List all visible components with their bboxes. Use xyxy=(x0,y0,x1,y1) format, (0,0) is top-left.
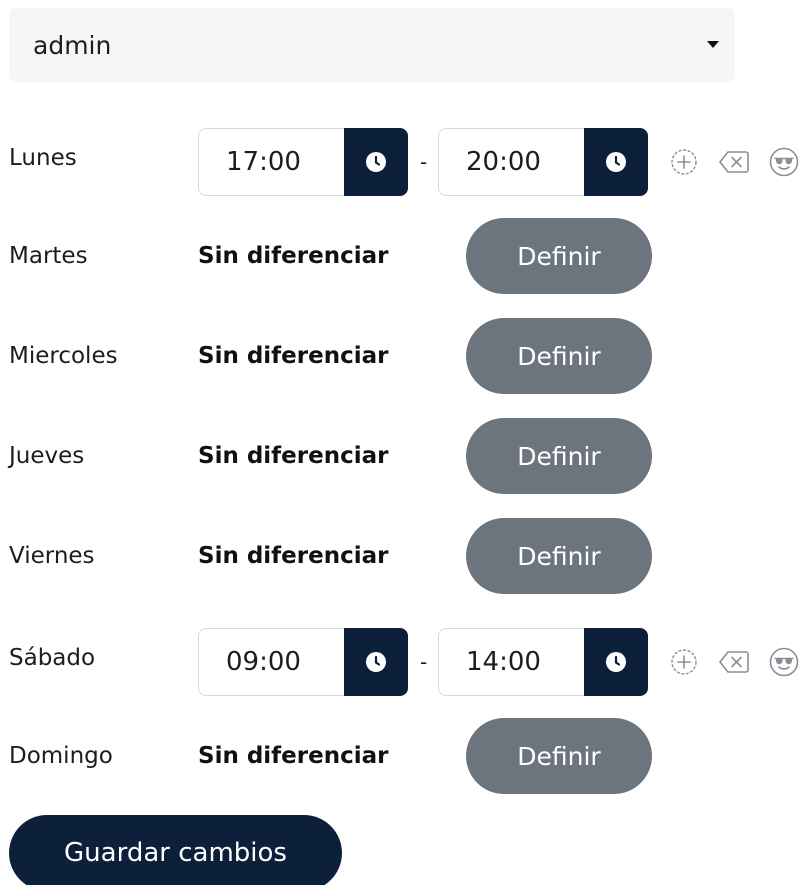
define-button[interactable]: Definir xyxy=(466,518,652,594)
define-button[interactable]: Definir xyxy=(466,418,652,494)
schedule-row-lunes: Lunes 17:00 - 20:00 xyxy=(0,120,806,196)
user-select-value: admin xyxy=(33,30,112,60)
end-time-input[interactable]: 14:00 xyxy=(438,628,585,696)
start-time-input[interactable]: 17:00 xyxy=(198,128,345,196)
smiley-sunglasses-icon[interactable] xyxy=(768,646,800,678)
clock-icon xyxy=(606,652,626,672)
status-text: Sin diferenciar xyxy=(198,343,389,369)
start-time-clock-button[interactable] xyxy=(344,128,408,196)
add-circle-icon[interactable] xyxy=(668,146,700,178)
schedule-row-sabado: Sábado 09:00 - 14:00 xyxy=(0,620,806,696)
clock-icon xyxy=(606,152,626,172)
status-text: Sin diferenciar xyxy=(198,443,389,469)
schedule-row-viernes: Viernes Sin diferenciar Definir xyxy=(0,518,806,594)
start-time-input[interactable]: 09:00 xyxy=(198,628,345,696)
start-time-clock-button[interactable] xyxy=(344,628,408,696)
clock-icon xyxy=(366,152,386,172)
day-label: Sábado xyxy=(9,645,96,671)
add-circle-icon[interactable] xyxy=(668,646,700,678)
backspace-icon[interactable] xyxy=(718,146,750,178)
define-button[interactable]: Definir xyxy=(466,218,652,294)
schedule-row-jueves: Jueves Sin diferenciar Definir xyxy=(0,418,806,494)
day-label: Lunes xyxy=(9,145,77,171)
end-time-input[interactable]: 20:00 xyxy=(438,128,585,196)
define-button[interactable]: Definir xyxy=(466,718,652,794)
save-changes-button[interactable]: Guardar cambios xyxy=(9,815,342,885)
day-label: Viernes xyxy=(9,543,95,569)
day-label: Jueves xyxy=(9,443,85,469)
caret-down-icon xyxy=(707,41,719,48)
day-label: Miercoles xyxy=(9,343,118,369)
day-label: Martes xyxy=(9,243,88,269)
clock-icon xyxy=(366,652,386,672)
smiley-sunglasses-icon[interactable] xyxy=(768,146,800,178)
user-select[interactable]: admin xyxy=(9,8,735,82)
start-time-picker: 17:00 xyxy=(198,128,408,196)
end-time-clock-button[interactable] xyxy=(584,628,648,696)
end-time-picker: 20:00 xyxy=(438,128,648,196)
backspace-icon[interactable] xyxy=(718,646,750,678)
day-label: Domingo xyxy=(9,743,113,769)
time-range-dash: - xyxy=(420,650,428,674)
schedule-row-domingo: Domingo Sin diferenciar Definir xyxy=(0,718,806,794)
end-time-picker: 14:00 xyxy=(438,628,648,696)
time-range-dash: - xyxy=(420,150,428,174)
status-text: Sin diferenciar xyxy=(198,743,389,769)
define-button[interactable]: Definir xyxy=(466,318,652,394)
schedule-row-martes: Martes Sin diferenciar Definir xyxy=(0,218,806,294)
start-time-picker: 09:00 xyxy=(198,628,408,696)
status-text: Sin diferenciar xyxy=(198,243,389,269)
end-time-clock-button[interactable] xyxy=(584,128,648,196)
schedule-row-miercoles: Miercoles Sin diferenciar Definir xyxy=(0,318,806,394)
status-text: Sin diferenciar xyxy=(198,543,389,569)
